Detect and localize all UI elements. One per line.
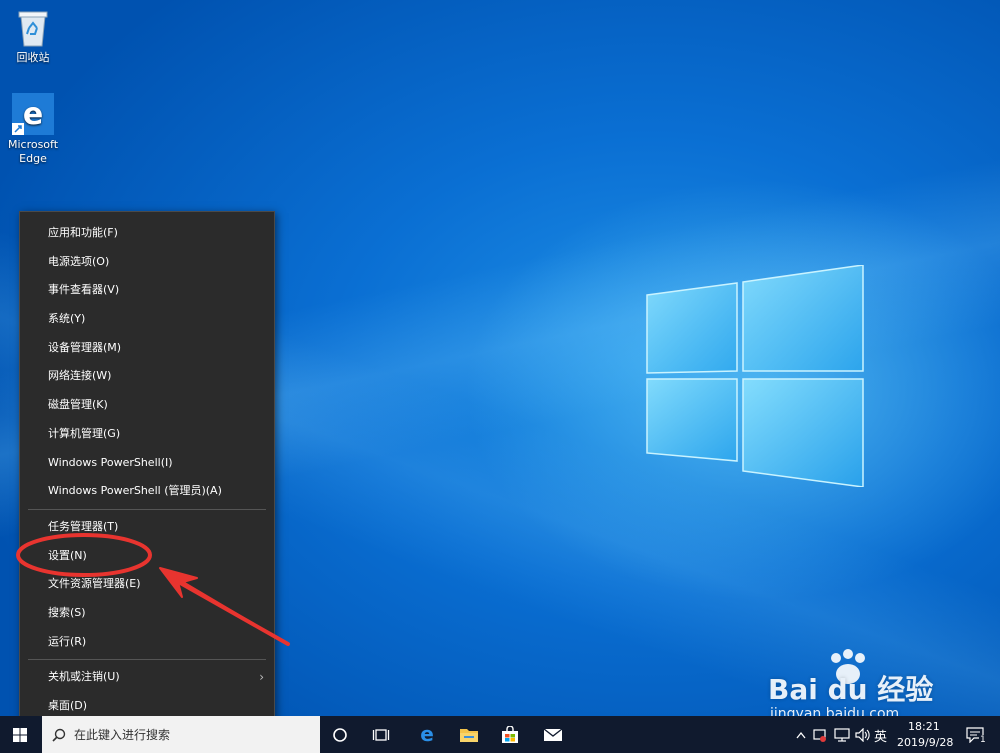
- ime-indicator[interactable]: 英: [874, 726, 887, 745]
- search-placeholder: 在此键入进行搜索: [74, 728, 171, 742]
- taskbar-search-box[interactable]: 在此键入进行搜索: [42, 716, 320, 753]
- menu-item-label: 搜索(S): [48, 605, 86, 619]
- cortana-circle-icon: [333, 727, 347, 742]
- menu-item-file-explorer[interactable]: 文件资源管理器(E): [20, 570, 274, 599]
- menu-item-label: 事件查看器(V): [48, 283, 120, 297]
- menu-item-label: 应用和功能(F): [48, 226, 118, 239]
- mail-icon: [543, 727, 563, 741]
- menu-item-label: 任务管理器(T): [48, 519, 119, 533]
- winx-context-menu: 应用和功能(F) 电源选项(O) 事件查看器(V) 系统(Y) 设备管理器(M)…: [19, 211, 275, 729]
- desktop-icon-label: 回收站: [16, 51, 50, 64]
- taskbar-store[interactable]: [490, 716, 530, 753]
- menu-separator: [28, 508, 266, 510]
- start-button[interactable]: [0, 716, 40, 753]
- menu-item-label: 文件资源管理器(E): [48, 577, 141, 591]
- menu-item-label: 关机或注销(U): [48, 670, 120, 684]
- desktop-icon-edge[interactable]: e Microsoft Edge: [0, 93, 66, 166]
- menu-item-task-manager[interactable]: 任务管理器(T): [20, 513, 274, 542]
- store-bag-icon: [502, 725, 518, 743]
- menu-item-system[interactable]: 系统(Y): [20, 305, 274, 334]
- action-center-button[interactable]: 1: [962, 716, 992, 753]
- menu-item-apps-features[interactable]: 应用和功能(F): [20, 219, 274, 248]
- svg-text:e: e: [23, 97, 43, 132]
- search-icon: [52, 728, 66, 742]
- menu-item-device-manager[interactable]: 设备管理器(M): [20, 334, 274, 363]
- menu-item-label: 设置(N): [48, 548, 87, 562]
- cortana-button[interactable]: [320, 716, 360, 753]
- menu-item-powershell[interactable]: Windows PowerShell(I): [20, 449, 274, 478]
- menu-item-computer-management[interactable]: 计算机管理(G): [20, 420, 274, 449]
- windows-start-icon: [13, 727, 27, 742]
- network-icon[interactable]: [834, 728, 850, 742]
- clock-date[interactable]: 2019/9/28: [897, 736, 953, 749]
- desktop-icon-recycle-bin[interactable]: 回收站: [0, 8, 66, 65]
- menu-item-label: Windows PowerShell(I): [48, 455, 173, 469]
- menu-item-event-viewer[interactable]: 事件查看器(V): [20, 276, 274, 305]
- menu-item-disk-management[interactable]: 磁盘管理(K): [20, 391, 274, 420]
- menu-item-label: 系统(Y): [48, 312, 86, 326]
- folder-icon: [460, 728, 478, 742]
- chevron-up-icon[interactable]: [796, 731, 806, 739]
- edge-icon: e: [12, 93, 54, 135]
- menu-item-label: 网络连接(W): [48, 369, 112, 383]
- menu-item-label: 桌面(D): [48, 699, 88, 712]
- chevron-right-icon: ›: [259, 670, 264, 685]
- task-view-button[interactable]: [361, 716, 401, 753]
- menu-item-label: 计算机管理(G): [48, 426, 121, 440]
- watermark-brand: Bai du 经验: [768, 673, 934, 706]
- menu-item-run[interactable]: 运行(R): [20, 628, 274, 657]
- taskbar-edge[interactable]: e: [407, 716, 447, 753]
- menu-item-search[interactable]: 搜索(S): [20, 599, 274, 628]
- clock-time[interactable]: 18:21: [908, 720, 940, 733]
- menu-item-label: 磁盘管理(K): [48, 398, 108, 412]
- windows-logo-wallpaper: [646, 265, 864, 487]
- menu-item-label: Windows PowerShell (管理员)(A): [48, 484, 222, 498]
- menu-item-label: 设备管理器(M): [48, 340, 122, 354]
- volume-icon[interactable]: [855, 728, 871, 742]
- menu-item-power-options[interactable]: 电源选项(O): [20, 248, 274, 277]
- svg-text:e: e: [420, 725, 434, 745]
- menu-item-label: 运行(R): [48, 634, 87, 648]
- recycle-bin-icon: [18, 11, 48, 47]
- task-view-icon: [372, 728, 390, 741]
- notification-count: 1: [979, 735, 987, 745]
- menu-item-label: 电源选项(O): [48, 254, 110, 268]
- taskbar-mail[interactable]: [533, 716, 573, 753]
- menu-separator: [28, 659, 266, 661]
- menu-item-shutdown-signout[interactable]: 关机或注销(U) ›: [20, 663, 274, 692]
- taskbar: 在此键入进行搜索 e 英 18:21 2019/9/28 1: [0, 716, 1000, 753]
- menu-item-powershell-admin[interactable]: Windows PowerShell (管理员)(A): [20, 477, 274, 506]
- menu-item-network-connections[interactable]: 网络连接(W): [20, 362, 274, 391]
- taskbar-file-explorer[interactable]: [449, 716, 489, 753]
- security-icon[interactable]: [813, 728, 827, 742]
- edge-icon: e: [420, 725, 434, 745]
- menu-item-settings[interactable]: 设置(N): [20, 542, 274, 571]
- desktop-icon-label: Microsoft Edge: [7, 138, 59, 165]
